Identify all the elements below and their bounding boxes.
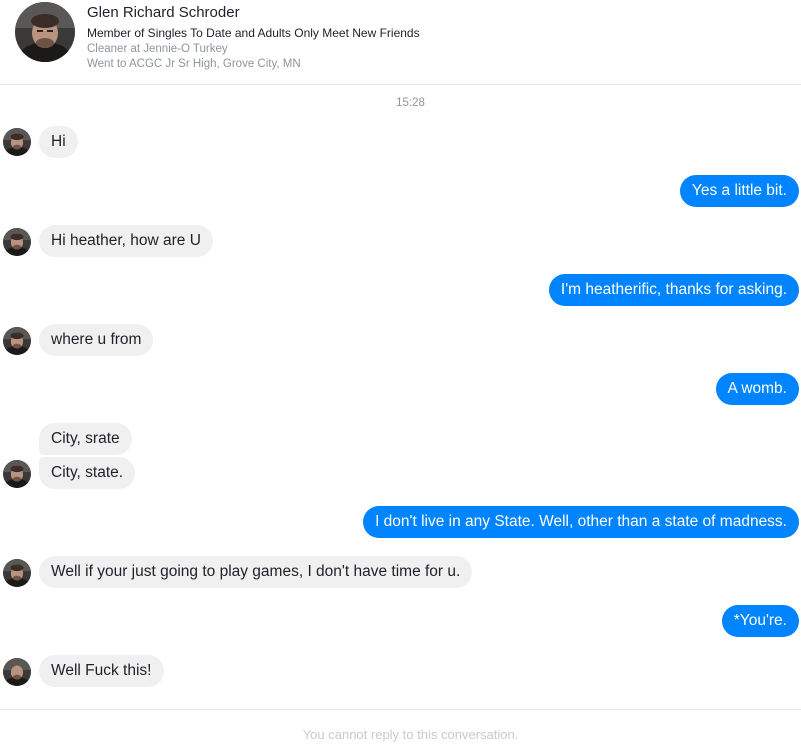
sender-avatar[interactable] [3,460,31,488]
sender-avatar[interactable] [3,228,31,256]
message-bubble-outgoing[interactable]: A womb. [715,373,799,405]
message-bubble-outgoing[interactable]: I'm heatherific, thanks for asking. [548,274,799,306]
profile-group-membership: Member of Singles To Date and Adults Onl… [87,26,420,40]
sender-avatar[interactable] [3,327,31,355]
messenger-conversation: Glen Richard Schroder Member of Singles … [0,0,801,755]
message-bubble-incoming[interactable]: Hi [39,126,78,158]
profile-work: Cleaner at Jennie-O Turkey [87,43,228,55]
reply-disabled-notice: You cannot reply to this conversation. [302,727,519,742]
sender-avatar[interactable] [3,559,31,587]
conversation-header: Glen Richard Schroder Member of Singles … [0,0,801,85]
message-bubble-incoming[interactable]: City, srate [39,423,132,455]
profile-name[interactable]: Glen Richard Schroder [87,4,240,21]
message-bubble-incoming[interactable]: Hi heather, how are U [39,225,213,257]
message-bubble-outgoing[interactable]: I don't live in any State. Well, other t… [363,506,799,538]
sender-avatar[interactable] [3,658,31,686]
footer-divider [0,709,801,710]
message-bubble-outgoing[interactable]: *You're. [721,605,799,637]
message-timestamp: 15:28 [396,97,425,109]
message-bubble-incoming[interactable]: where u from [39,324,154,356]
message-bubble-incoming[interactable]: Well if your just going to play games, I… [39,556,473,588]
message-bubble-incoming[interactable]: Well Fuck this! [39,655,164,687]
profile-education: Went to ACGC Jr Sr High, Grove City, MN [87,58,301,70]
profile-avatar[interactable] [15,2,75,62]
message-bubble-incoming[interactable]: City, state. [39,457,136,489]
sender-avatar[interactable] [3,128,31,156]
message-bubble-outgoing[interactable]: Yes a little bit. [679,175,799,207]
